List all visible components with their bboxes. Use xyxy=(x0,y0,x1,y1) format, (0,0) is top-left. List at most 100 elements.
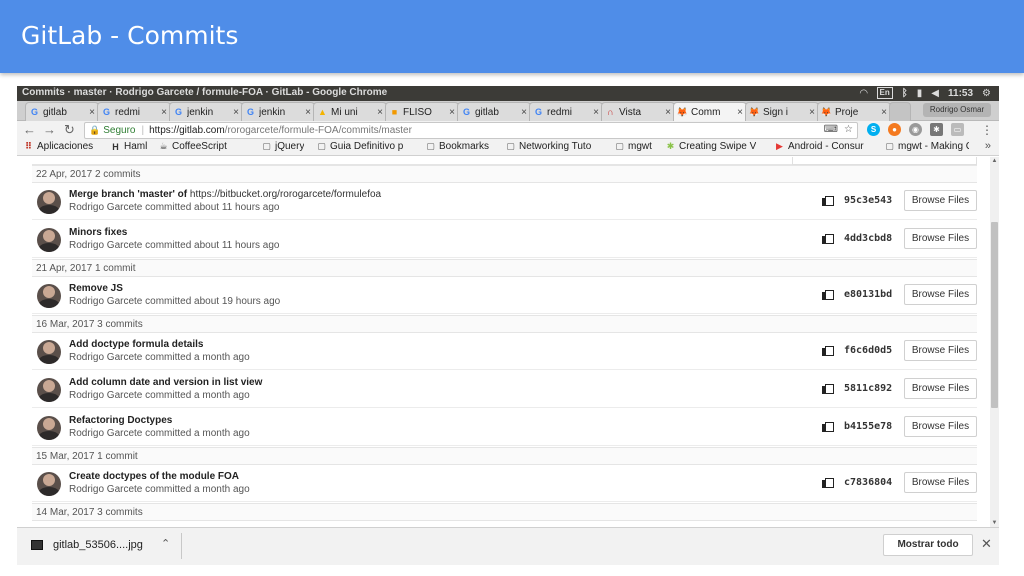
avatar[interactable] xyxy=(37,472,61,496)
commit-title[interactable]: Remove JS xyxy=(69,283,123,294)
copy-sha-icon[interactable] xyxy=(822,290,834,300)
browser-tab[interactable]: 🦊 Comm × xyxy=(673,102,747,121)
commit-title[interactable]: Create doctypes of the module FOA xyxy=(69,471,239,482)
clock[interactable]: 11:53 xyxy=(948,88,973,99)
bookmark-item[interactable]: ▢ jQuery xyxy=(261,141,304,152)
browser-tab[interactable]: ∩ Vista × xyxy=(601,102,675,121)
bookmarks-overflow-icon[interactable]: » xyxy=(985,140,991,152)
translate-icon[interactable]: ⌨ xyxy=(824,124,838,135)
browser-tab[interactable]: 🦊 Sign i × xyxy=(745,102,819,121)
commit-title[interactable]: Minors fixes xyxy=(69,227,127,238)
bookmark-item[interactable]: ⠿ Aplicaciones xyxy=(23,141,93,152)
browser-tab[interactable]: Ggitlab × xyxy=(457,102,531,121)
commit-title[interactable]: Refactoring Doctypes xyxy=(69,415,172,426)
forward-button[interactable]: → xyxy=(43,122,56,138)
copy-sha-icon[interactable] xyxy=(822,196,834,206)
browse-files-button[interactable]: Browse Files xyxy=(904,284,977,305)
close-tab-icon[interactable]: × xyxy=(89,107,95,118)
close-tab-icon[interactable]: × xyxy=(305,107,311,118)
volume-icon[interactable]: ◀ xyxy=(931,88,939,99)
close-tab-icon[interactable]: × xyxy=(521,107,527,118)
browse-files-button[interactable]: Browse Files xyxy=(904,378,977,399)
commit-title-text[interactable]: Remove JS xyxy=(69,283,123,294)
vertical-scrollbar[interactable]: ▲ ▼ xyxy=(990,157,999,527)
close-downloads-icon[interactable]: ✕ xyxy=(981,536,992,552)
commit-title-text[interactable]: Add column date and version in list view xyxy=(69,377,262,388)
close-tab-icon[interactable]: × xyxy=(665,107,671,118)
commit-title-text[interactable]: Add doctype formula details xyxy=(69,339,203,350)
copy-sha-icon[interactable] xyxy=(822,478,834,488)
browser-tab[interactable]: Gjenkin × xyxy=(169,102,243,121)
bookmark-item[interactable]: H Haml xyxy=(110,141,147,152)
bookmark-item[interactable]: ▶ Android - Consur xyxy=(774,141,864,152)
reload-button[interactable]: ↻ xyxy=(64,122,75,138)
browser-tab[interactable]: Gredmi × xyxy=(529,102,603,121)
avatar[interactable] xyxy=(37,378,61,402)
close-tab-icon[interactable]: × xyxy=(377,107,383,118)
commit-title[interactable]: Add column date and version in list view xyxy=(69,377,262,388)
close-tab-icon[interactable]: × xyxy=(881,107,887,118)
browse-files-button[interactable]: Browse Files xyxy=(904,340,977,361)
skype-extension-icon[interactable]: S xyxy=(867,123,880,136)
scrollbar-thumb[interactable] xyxy=(991,222,998,408)
back-button[interactable]: ← xyxy=(23,122,36,138)
bookmark-item[interactable]: ☕ CoffeeScript xyxy=(158,141,226,152)
avatar[interactable] xyxy=(37,340,61,364)
commit-sha[interactable]: e80131bd xyxy=(844,289,892,300)
battery-icon[interactable]: ▮ xyxy=(917,88,923,99)
copy-sha-icon[interactable] xyxy=(822,422,834,432)
browse-files-button[interactable]: Browse Files xyxy=(904,472,977,493)
copy-sha-icon[interactable] xyxy=(822,234,834,244)
keyboard-language[interactable]: En xyxy=(876,87,893,99)
wifi-icon[interactable]: ◠ xyxy=(860,88,868,99)
commit-title-text[interactable]: Refactoring Doctypes xyxy=(69,415,172,426)
url-omnibox[interactable]: 🔒 Seguro | https://gitlab.com /rorogarce… xyxy=(84,122,858,139)
settings-gear-icon[interactable]: ⚙ xyxy=(982,88,991,99)
bluetooth-icon[interactable]: ᛒ xyxy=(902,88,908,99)
bookmark-item[interactable]: ▢ Guia Definitivo p xyxy=(316,141,403,152)
browser-tab[interactable]: Gjenkin × xyxy=(241,102,315,121)
scroll-up-arrow-icon[interactable]: ▲ xyxy=(990,157,999,165)
show-all-downloads-button[interactable]: Mostrar todo xyxy=(883,534,973,556)
avatar[interactable] xyxy=(37,190,61,214)
copy-sha-icon[interactable] xyxy=(822,384,834,394)
commit-sha[interactable]: 5811c892 xyxy=(844,383,892,394)
commit-sha[interactable]: 4dd3cbd8 xyxy=(844,233,892,244)
browse-files-button[interactable]: Browse Files xyxy=(904,190,977,211)
scroll-down-arrow-icon[interactable]: ▼ xyxy=(990,519,999,527)
bookmark-item[interactable]: ✱ Creating Swipe V xyxy=(665,141,757,152)
avatar[interactable] xyxy=(37,416,61,440)
commit-title[interactable]: Add doctype formula details xyxy=(69,339,203,350)
browse-files-button[interactable]: Browse Files xyxy=(904,416,977,437)
filter-input-edge[interactable] xyxy=(792,157,977,165)
close-tab-icon[interactable]: × xyxy=(449,107,455,118)
bookmark-item[interactable]: ▢ mgwt xyxy=(614,141,652,152)
commit-sha[interactable]: f6c6d0d5 xyxy=(844,345,892,356)
new-tab-button[interactable] xyxy=(889,102,911,121)
profile-button[interactable]: Rodrigo Osmar xyxy=(923,103,991,117)
close-tab-icon[interactable]: × xyxy=(593,107,599,118)
extension-icon[interactable]: ◉ xyxy=(909,123,922,136)
close-tab-icon[interactable]: × xyxy=(161,107,167,118)
close-tab-icon[interactable]: × xyxy=(233,107,239,118)
commit-sha[interactable]: 95c3e543 xyxy=(844,195,892,206)
bookmark-item[interactable]: ▢ Bookmarks xyxy=(425,141,489,152)
commit-title-text[interactable]: Minors fixes xyxy=(69,227,127,238)
puzzle-extension-icon[interactable]: ✱ xyxy=(930,123,943,136)
firefox-sync-extension-icon[interactable]: ● xyxy=(888,123,901,136)
commit-sha[interactable]: c7836804 xyxy=(844,477,892,488)
download-options-chevron-icon[interactable]: ⌃ xyxy=(161,537,170,550)
browse-files-button[interactable]: Browse Files xyxy=(904,228,977,249)
close-tab-icon[interactable]: × xyxy=(737,107,743,118)
commit-title-link[interactable]: https://bitbucket.org/rorogarcete/formul… xyxy=(187,189,381,200)
browser-tab[interactable]: Ggitlab × xyxy=(25,102,99,121)
browser-tab[interactable]: ▲ Mi uni × xyxy=(313,102,387,121)
browser-tab[interactable]: ■ FLISO × xyxy=(385,102,459,121)
copy-sha-icon[interactable] xyxy=(822,346,834,356)
avatar[interactable] xyxy=(37,228,61,252)
download-file-name[interactable]: gitlab_53506....jpg xyxy=(53,539,143,551)
bookmark-item[interactable]: ▢ Networking Tuto xyxy=(505,141,591,152)
commit-title[interactable]: Merge branch 'master' of https://bitbuck… xyxy=(69,189,381,200)
commit-title-text[interactable]: Create doctypes of the module FOA xyxy=(69,471,239,482)
commit-title-text[interactable]: Merge branch 'master' of xyxy=(69,189,187,200)
